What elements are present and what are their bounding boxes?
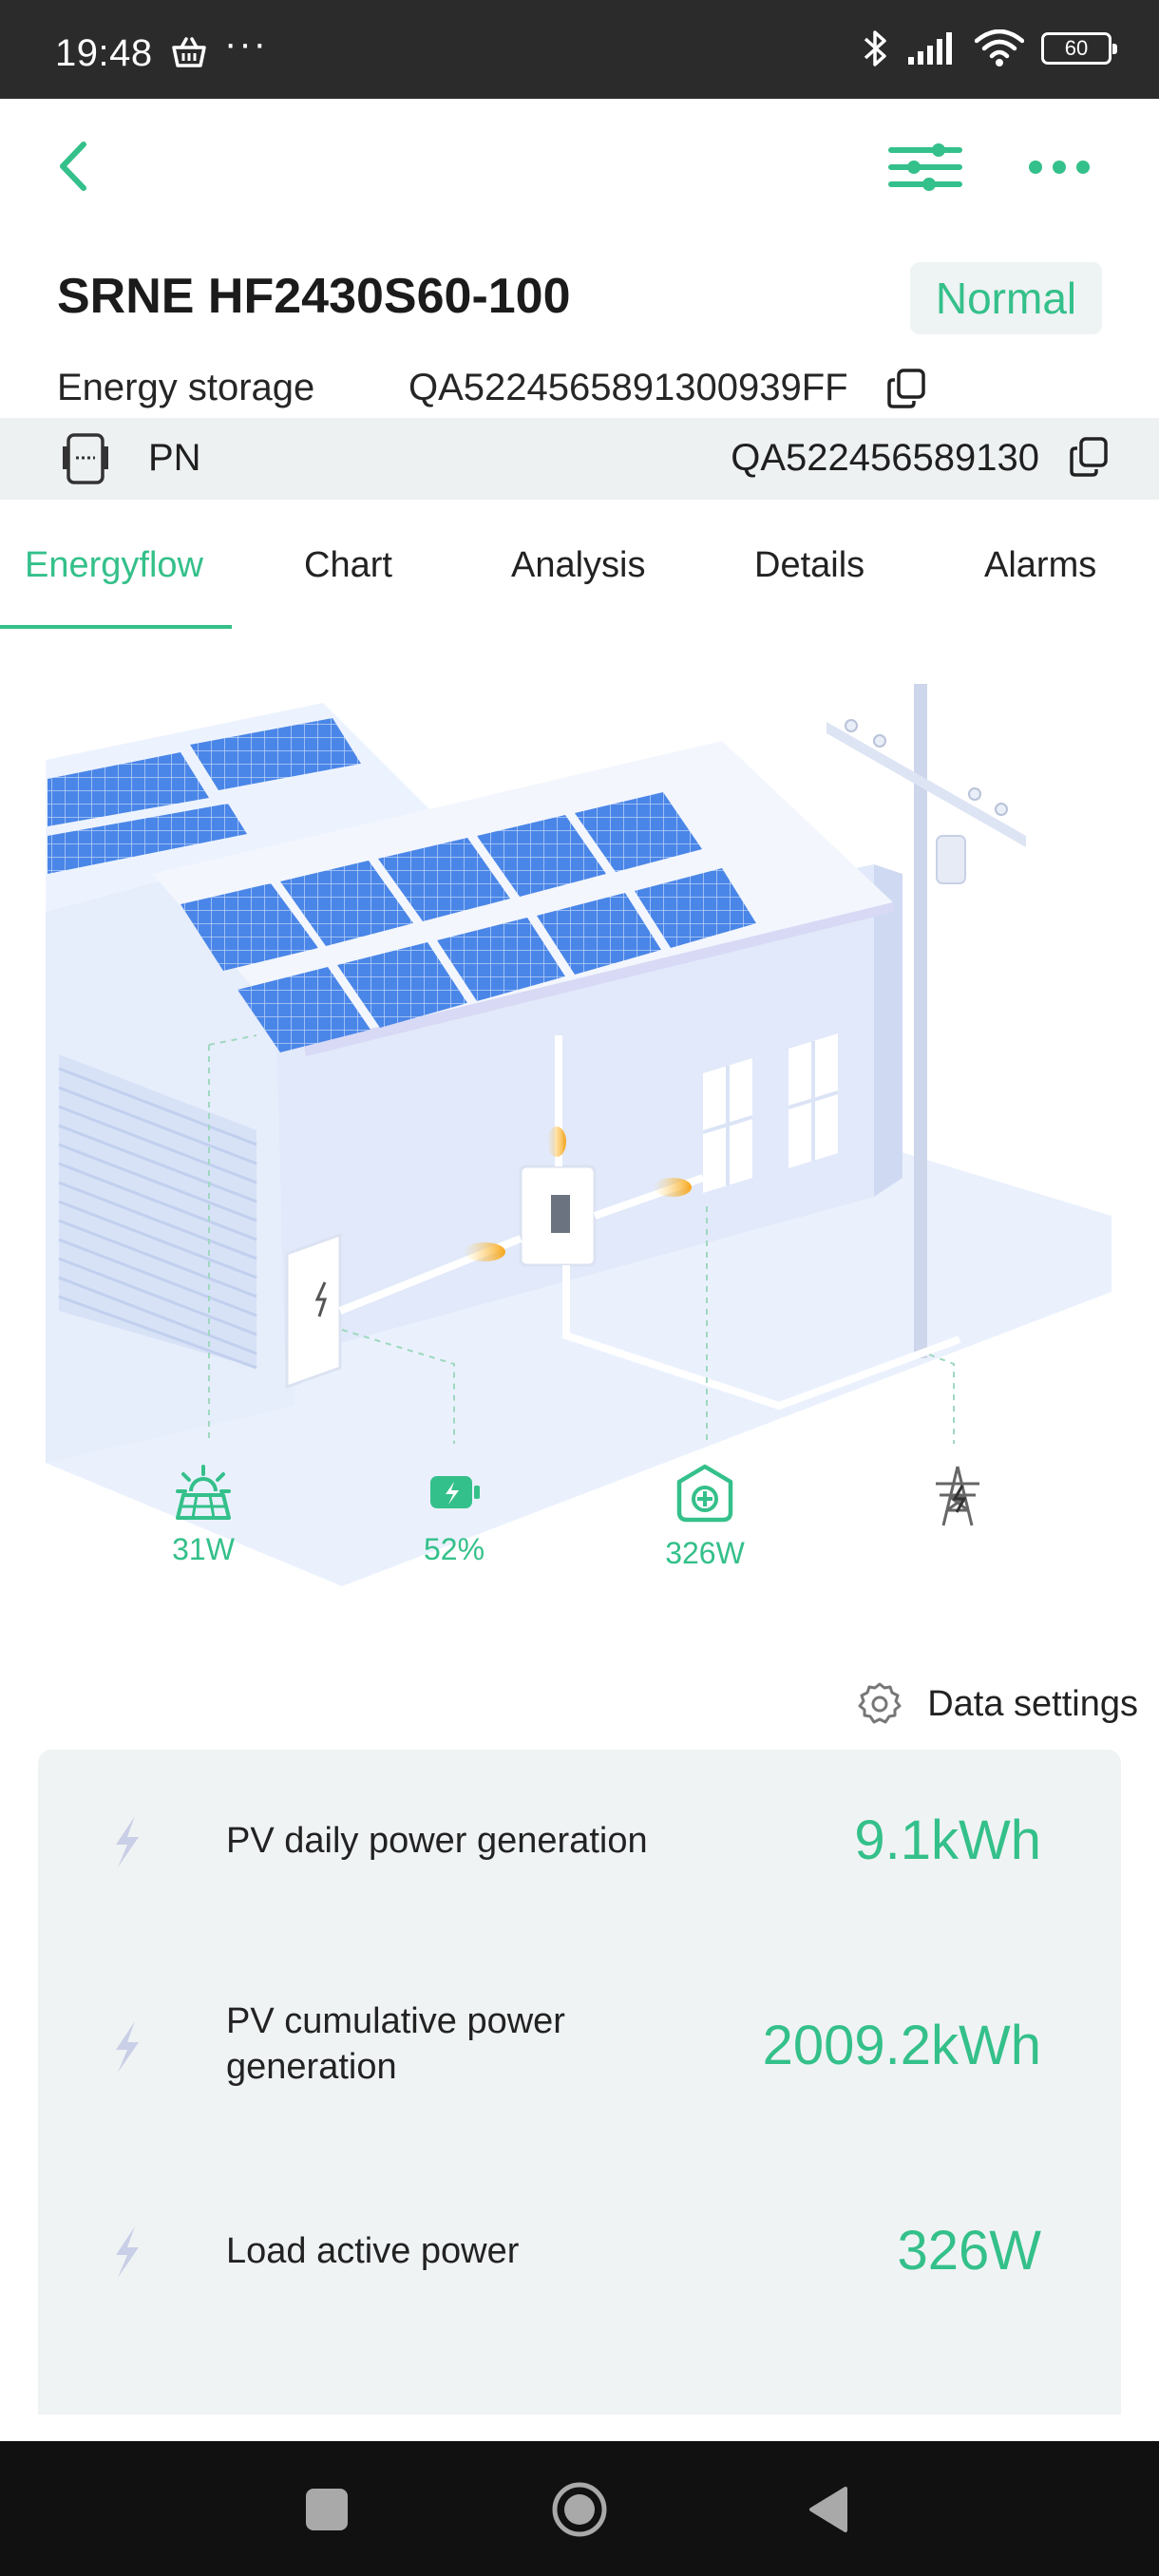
- power-tower-icon: [936, 1466, 979, 1526]
- battery-charging-icon: [430, 1476, 480, 1508]
- data-row-value: 9.1kWh: [854, 1809, 1041, 1871]
- grid-metric[interactable]: [882, 1463, 1034, 1534]
- battery-metric[interactable]: 52%: [378, 1463, 530, 1567]
- storage-serial: QA5224565891300939FF: [408, 367, 848, 408]
- solar-panel-icon: [176, 1465, 231, 1520]
- pn-row: PN QA522456589130: [0, 418, 1159, 500]
- data-row-value: 2009.2kWh: [762, 2015, 1041, 2076]
- notification-overflow: ···: [224, 23, 268, 65]
- battery-icon: 60: [1041, 32, 1117, 65]
- data-row-label: PV daily power generation: [226, 1821, 648, 1861]
- pn-value: QA522456589130: [731, 437, 1039, 479]
- pv-flow-dot: [547, 1127, 566, 1157]
- pv-power-value: 31W: [172, 1532, 235, 1566]
- lightning-icon: [116, 1816, 139, 1867]
- battery-unit: [285, 1232, 342, 1390]
- tab-details[interactable]: Details: [754, 545, 864, 586]
- gear-icon: [858, 1682, 902, 1724]
- tab-alarms[interactable]: Alarms: [984, 545, 1096, 586]
- data-settings-button[interactable]: Data settings: [857, 1681, 1138, 1727]
- system-nav-bar: [0, 2441, 1159, 2576]
- device-title: SRNE HF2430S60-100: [57, 269, 571, 324]
- lightning-icon: [116, 2021, 139, 2073]
- shopping-basket-icon: [172, 37, 206, 67]
- filter-settings-button[interactable]: [885, 141, 965, 194]
- tab-chart[interactable]: Chart: [304, 545, 392, 586]
- status-bar: 19:48 ··· 60: [0, 0, 1159, 99]
- load-flow-dot: [654, 1178, 692, 1197]
- load-metric[interactable]: 326W: [629, 1463, 781, 1571]
- home-load-icon: [676, 1464, 733, 1523]
- wifi-icon: [975, 29, 1024, 66]
- energy-flow-illustration: [46, 684, 1112, 1586]
- copy-pn-icon[interactable]: [1068, 435, 1112, 479]
- device-module-icon: [63, 433, 108, 484]
- data-row-value: 326W: [897, 2220, 1041, 2282]
- active-tab-indicator: [0, 625, 232, 629]
- data-row-label: Load active power: [226, 2231, 520, 2271]
- data-row-label: PV cumulative power generation: [226, 2001, 565, 2087]
- storage-label: Energy storage: [57, 367, 315, 408]
- status-indicators: 60: [861, 28, 1117, 68]
- recent-apps-button[interactable]: [306, 2489, 348, 2530]
- more-options-button[interactable]: [1026, 150, 1092, 184]
- battery-flow-dot: [464, 1242, 505, 1261]
- back-button[interactable]: [48, 133, 104, 199]
- status-time: 19:48: [55, 32, 153, 74]
- device-status-badge: Normal: [910, 262, 1102, 334]
- system-back-button[interactable]: [806, 2485, 851, 2534]
- data-settings-label: Data settings: [927, 1683, 1138, 1724]
- energy-data-panel: PV daily power generation 9.1kWh PV cumu…: [38, 1750, 1121, 2415]
- lightning-icon: [116, 2226, 139, 2278]
- tab-analysis[interactable]: Analysis: [511, 545, 646, 586]
- tab-bar: Energyflow Chart Analysis Details Alarms: [0, 532, 1159, 631]
- load-power-value: 326W: [665, 1536, 745, 1570]
- copy-serial-icon[interactable]: [885, 367, 929, 410]
- pn-label: PN: [148, 437, 201, 479]
- battery-soc-value: 52%: [423, 1532, 485, 1566]
- tab-energyflow[interactable]: Energyflow: [25, 545, 203, 586]
- bluetooth-icon: [864, 30, 886, 66]
- pv-metric[interactable]: 31W: [127, 1463, 279, 1567]
- home-button[interactable]: [551, 2481, 608, 2538]
- signal-icon: [908, 32, 952, 65]
